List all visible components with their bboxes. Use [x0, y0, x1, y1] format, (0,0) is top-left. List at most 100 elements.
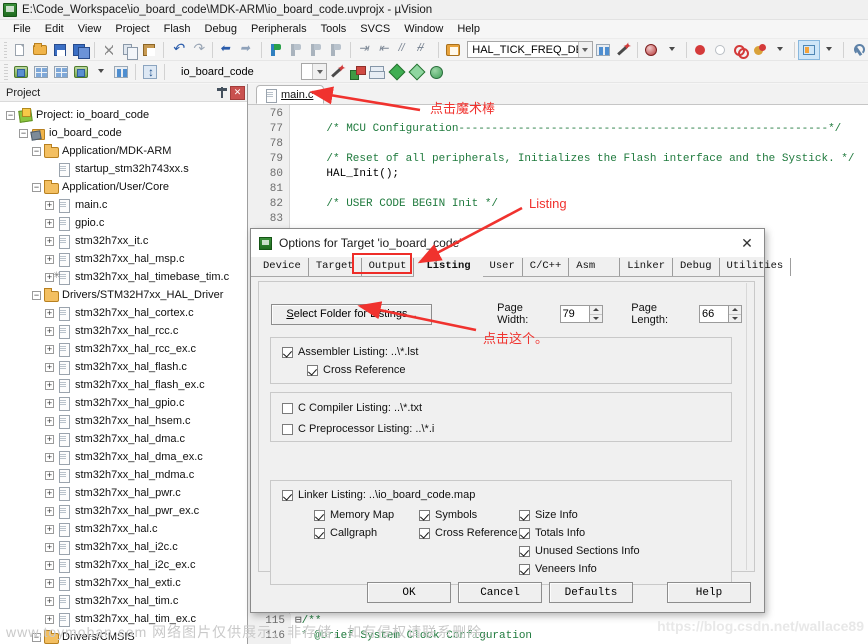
page-width-spin-buttons[interactable] [589, 305, 603, 323]
menu-flash[interactable]: Flash [157, 20, 198, 39]
select-folder-button[interactable]: SSelect Folder for Listings...elect Fold… [271, 303, 433, 325]
tab-main-c[interactable]: main.c [256, 85, 325, 104]
bookmark-prev-icon[interactable] [286, 41, 306, 59]
callgraph-checkbox[interactable]: Callgraph [314, 527, 377, 539]
tab-c-cpp[interactable]: C/C++ [523, 258, 570, 276]
checkbox-box[interactable] [519, 527, 530, 539]
tree-item[interactable]: + stm32h7xx_hal_dma.c [6, 430, 247, 448]
go-to-definition-icon[interactable] [613, 40, 633, 59]
checkbox-box[interactable] [282, 489, 293, 501]
tree-collapse-icon[interactable]: − [32, 146, 41, 156]
toolbar-grip[interactable] [4, 63, 8, 80]
breakpoint-toggle-icon[interactable] [730, 41, 750, 59]
insert-bookmark-icon[interactable] [593, 41, 613, 59]
menu-peripherals[interactable]: Peripherals [244, 20, 314, 39]
tree-item[interactable]: + stm32h7xx_hal_i2c_ex.c [6, 556, 247, 574]
tree-expand-icon[interactable]: + [45, 614, 54, 624]
linker-listing-checkbox[interactable]: Linker Listing: ..\io_board_code.map [282, 489, 475, 501]
new-file-icon[interactable] [10, 41, 30, 59]
close-icon[interactable]: ✕ [734, 231, 760, 255]
tab-utilities[interactable]: Utilities [720, 258, 792, 276]
find-in-files-icon[interactable] [642, 41, 662, 59]
window-layout-icon[interactable] [798, 39, 821, 60]
checkbox-box[interactable] [314, 527, 325, 539]
paste-icon[interactable] [139, 41, 159, 59]
tree-item[interactable]: + stm32h7xx_hal_cortex.c [6, 304, 247, 322]
tree-expand-icon[interactable]: + [45, 308, 54, 318]
tree-expand-icon[interactable]: + [45, 452, 54, 462]
chevron-down-icon[interactable] [819, 41, 839, 59]
tab-output[interactable]: Output [362, 258, 415, 276]
unused-sections-info-checkbox[interactable]: Unused Sections Info [519, 545, 640, 557]
symbols-checkbox[interactable]: Symbols [419, 509, 477, 521]
tree-item[interactable]: − Project: io_board_code [6, 106, 247, 124]
comment-icon[interactable] [394, 41, 414, 59]
tree-expand-icon[interactable]: + [45, 578, 54, 588]
tree-expand-icon[interactable]: + [45, 416, 54, 426]
menu-svcs[interactable]: SVCS [353, 20, 397, 39]
tree-item[interactable]: + stm32h7xx_hal_pwr.c [6, 484, 247, 502]
tab-target[interactable]: Target [309, 258, 362, 276]
translate-icon[interactable] [11, 63, 31, 81]
manage-components-icon[interactable] [367, 63, 387, 81]
cut-icon[interactable] [99, 41, 119, 59]
tree-item[interactable]: + stm32h7xx_hal_i2c.c [6, 538, 247, 556]
spin-up-icon[interactable] [589, 306, 602, 315]
target-options-icon[interactable] [347, 63, 367, 81]
tree-item[interactable]: + stm32h7xx_it.c [6, 232, 247, 250]
tree-expand-icon[interactable]: + [45, 326, 54, 336]
ok-button[interactable]: OK [367, 582, 451, 603]
page-width-stepper[interactable] [559, 305, 603, 323]
assembler-listing-checkbox[interactable]: Assembler Listing: ..\*.lst [282, 346, 418, 358]
spin-up-icon[interactable] [729, 306, 741, 315]
menu-edit[interactable]: Edit [38, 20, 71, 39]
pack-globe-icon[interactable] [427, 63, 447, 81]
target-dropdown[interactable] [301, 63, 327, 80]
undo-icon[interactable] [168, 40, 188, 59]
bookmark-next-icon[interactable] [306, 41, 326, 59]
tree-item[interactable]: − Drivers/STM32H7xx_HAL_Driver [6, 286, 247, 304]
tree-item[interactable]: + main.c [6, 196, 247, 214]
linker-cross-reference-checkbox[interactable]: Cross Reference [419, 527, 518, 539]
tree-item[interactable]: − io_board_code [6, 124, 247, 142]
checkbox-box[interactable] [519, 509, 530, 521]
menu-file[interactable]: File [6, 20, 38, 39]
open-file-icon[interactable] [30, 41, 50, 59]
page-length-input[interactable] [699, 305, 729, 323]
tree-expand-icon[interactable]: + [45, 434, 54, 444]
tab-listing[interactable]: Listing [414, 259, 483, 277]
tree-item[interactable]: startup_stm32h743xx.s [6, 160, 247, 178]
help-button[interactable]: Help [667, 582, 751, 603]
tree-item[interactable]: + stm32h7xx_hal.c [6, 520, 247, 538]
checkbox-box[interactable] [314, 509, 325, 521]
target-selector-combo[interactable]: io_board_code [177, 63, 297, 80]
checkbox-box[interactable] [519, 545, 530, 557]
chevron-down-icon[interactable] [662, 41, 682, 59]
tree-item[interactable]: + ✳ stm32h7xx_hal_timebase_tim.c [6, 268, 247, 286]
chevron-down-icon[interactable] [312, 64, 326, 79]
tab-user[interactable]: User [483, 258, 523, 276]
checkbox-box[interactable] [419, 509, 430, 521]
tree-item[interactable]: + stm32h7xx_hal_dma_ex.c [6, 448, 247, 466]
load-icon[interactable] [140, 63, 160, 81]
breakpoint-disabled-icon[interactable] [710, 41, 730, 59]
tree-expand-icon[interactable]: + [45, 470, 54, 480]
checkbox-box[interactable] [519, 563, 530, 575]
tree-expand-icon[interactable]: + [45, 236, 54, 246]
redo-icon[interactable] [188, 40, 208, 59]
tree-expand-icon[interactable]: + [45, 200, 54, 210]
save-all-icon[interactable] [70, 41, 91, 59]
tree-expand-icon[interactable]: + [45, 380, 54, 390]
save-icon[interactable] [50, 41, 70, 59]
navigate-back-icon[interactable] [217, 41, 237, 59]
chevron-down-icon[interactable] [577, 42, 592, 57]
tree-item[interactable]: + stm32h7xx_hal_msp.c [6, 250, 247, 268]
tree-item[interactable]: + stm32h7xx_hal_exti.c [6, 574, 247, 592]
tree-collapse-icon[interactable]: − [32, 182, 41, 192]
tab-asm[interactable]: Asm [569, 258, 621, 276]
page-length-spin-buttons[interactable] [729, 305, 742, 323]
tree-item[interactable]: + stm32h7xx_hal_rcc_ex.c [6, 340, 247, 358]
indent-icon[interactable] [354, 41, 374, 59]
build-icon[interactable] [31, 63, 51, 81]
tree-item[interactable]: − Application/User/Core [6, 178, 247, 196]
